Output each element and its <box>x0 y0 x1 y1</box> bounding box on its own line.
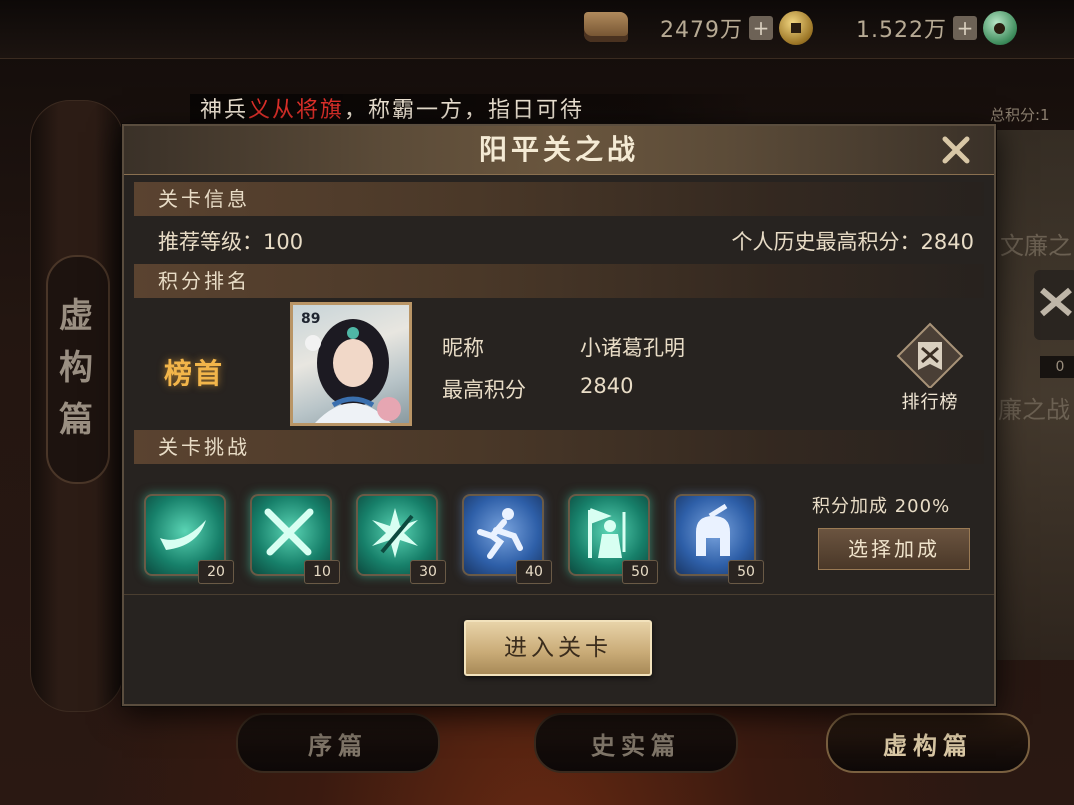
jade-coin-icon <box>982 11 1017 45</box>
recommended-level: 推荐等级：100 <box>158 230 304 254</box>
leaderboard-banner-icon <box>896 322 964 390</box>
challenge-sword-burst[interactable]: 30 <box>356 494 446 584</box>
challenge-cost: 50 <box>728 560 764 584</box>
tab-fiction[interactable]: 虚构篇 <box>826 713 1030 773</box>
enter-stage-button[interactable]: 进入关卡 <box>464 620 652 676</box>
dialog-divider <box>124 594 994 595</box>
announcement-marquee: 神兵义从将旗，称霸一方，指日可待 <box>190 94 760 128</box>
resource-bar: 2479万 + 1.522万 + <box>0 0 1074 59</box>
marquee-suffix: ，称霸一方，指日可待 <box>344 98 585 123</box>
section-stage-challenge: 关卡挑战 <box>134 430 984 464</box>
tab-historical[interactable]: 史实篇 <box>534 713 738 773</box>
map-stage-label-2: 廉之战 <box>998 396 1070 424</box>
challenge-cost: 30 <box>410 560 446 584</box>
score-bonus-text: 积分加成 200% <box>812 496 951 517</box>
marquee-highlight: 义从将旗 <box>248 98 345 123</box>
high-score-value: 2840 <box>580 374 634 398</box>
nickname-value: 小诸葛孔明 <box>580 336 685 360</box>
rank-first-label: 榜首 <box>164 357 225 390</box>
sword-burst-icon <box>372 508 418 558</box>
add-jade-button[interactable]: + <box>952 16 977 40</box>
soldier-flag-icon <box>588 508 626 558</box>
challenge-running[interactable]: 40 <box>462 494 552 584</box>
select-bonus-button[interactable]: 选择加成 <box>818 528 970 570</box>
marquee-prefix: 神兵 <box>200 98 249 123</box>
challenge-cost: 10 <box>304 560 340 584</box>
personal-best-score: 个人历史最高积分：2840 <box>731 230 974 254</box>
close-icon <box>942 136 970 164</box>
leaderboard-label: 排行榜 <box>901 392 959 413</box>
challenge-cost: 40 <box>516 560 552 584</box>
map-stage-icon[interactable] <box>1034 270 1074 340</box>
tab-prologue[interactable]: 序篇 <box>236 713 440 773</box>
stage-dialog: 阳平关之战 关卡信息 推荐等级：100 个人历史最高积分：2840 积分排名 榜… <box>122 124 996 706</box>
section-stage-info: 关卡信息 <box>134 182 984 216</box>
jade-amount: 1.522万 <box>856 18 947 43</box>
challenge-cost: 20 <box>198 560 234 584</box>
map-stage-label: 文廉之 <box>1000 232 1072 260</box>
horn-icon <box>160 520 206 550</box>
chapter-scroll-title: 虚构篇 <box>59 296 93 440</box>
gold-amount: 2479万 <box>660 18 743 43</box>
close-button[interactable] <box>936 130 976 170</box>
add-gold-button[interactable]: + <box>749 16 773 40</box>
gold-resource: 2479万 + <box>660 11 813 45</box>
top-player-avatar[interactable]: 89 <box>290 302 412 426</box>
helmet-icon <box>696 503 730 556</box>
nickname-label: 昵称 <box>442 336 484 360</box>
running-man-icon <box>477 508 523 559</box>
dialog-title: 阳平关之战 <box>478 133 639 166</box>
section-score-ranking: 积分排名 <box>134 264 984 298</box>
gold-coin-icon <box>779 11 813 45</box>
book-stack-icon[interactable] <box>584 12 628 42</box>
avatar-level: 89 <box>301 311 321 327</box>
jade-resource: 1.522万 + <box>856 11 1017 45</box>
challenge-horn[interactable]: 20 <box>144 494 234 584</box>
challenge-soldier[interactable]: 50 <box>568 494 658 584</box>
high-score-label: 最高积分 <box>442 378 526 402</box>
challenge-cost: 50 <box>622 560 658 584</box>
challenge-helmet[interactable]: 50 <box>674 494 764 584</box>
map-stage-badge: 0 <box>1040 356 1074 378</box>
total-score-label: 总积分:1 <box>990 106 1050 124</box>
leaderboard-button[interactable]: 排行榜 <box>892 322 968 414</box>
crossed-swords-icon <box>264 508 314 556</box>
challenge-crossed-swords[interactable]: 10 <box>250 494 340 584</box>
